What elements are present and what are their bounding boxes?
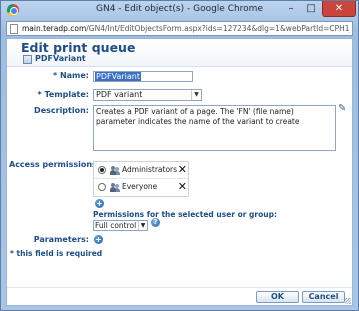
url-path: /GN4/Int/EditObjectsForm.aspx?ids=127234… <box>86 24 350 33</box>
user-group-icon <box>110 183 120 192</box>
title-bar[interactable]: GN4 - Edit object(s) - Google Chrome – □… <box>1 1 358 20</box>
description-label: Description: <box>34 106 89 115</box>
required-marker: * <box>52 71 58 80</box>
resize-grip-icon[interactable] <box>345 298 351 304</box>
url-host: main.teradp.com <box>22 24 87 33</box>
remove-administrators-button[interactable]: ✕ <box>178 163 187 176</box>
template-select[interactable]: PDF variant ▼ <box>93 89 202 101</box>
permissions-list: Administrators ✕ Everyone ✕ <box>93 161 189 197</box>
url-text[interactable]: main.teradp.com/GN4/Int/EditObjectsForm.… <box>22 24 350 33</box>
remove-everyone-button[interactable]: ✕ <box>178 180 187 193</box>
permission-name: Administrators <box>122 165 178 174</box>
name-field[interactable]: PDFVariant <box>93 71 193 82</box>
help-icon[interactable]: ? <box>151 218 160 227</box>
description-field[interactable]: Creates a PDF variant of a page. The 'FN… <box>93 105 336 151</box>
object-name-subtitle: PDFVariant <box>35 54 86 63</box>
permissions-for-label: Permissions for the selected user or gro… <box>93 210 277 219</box>
print-queue-icon <box>23 55 32 64</box>
chevron-down-icon: ▼ <box>191 90 201 100</box>
page-icon <box>10 24 18 34</box>
add-permission-icon[interactable]: + <box>95 199 104 208</box>
name-value: PDFVariant <box>95 72 141 81</box>
page-title: Edit print queue <box>21 40 136 55</box>
name-label-text: Name: <box>59 71 89 80</box>
close-window-button[interactable]: ✕ <box>322 1 356 17</box>
template-label-text: Template: <box>44 90 89 99</box>
cancel-button[interactable]: Cancel <box>302 291 345 303</box>
ok-button[interactable]: OK <box>256 291 299 303</box>
chevron-down-icon: ▼ <box>138 221 147 230</box>
minimize-button[interactable]: – <box>281 1 301 17</box>
required-marker: * <box>37 90 42 99</box>
everyone-radio[interactable] <box>98 183 106 191</box>
dialog-footer: OK Cancel <box>7 287 352 305</box>
template-value: PDF variant <box>96 90 143 99</box>
user-group-icon <box>110 166 120 175</box>
template-label: * Template: <box>37 90 89 99</box>
edit-text-icon[interactable]: ✎ <box>338 103 346 114</box>
permission-name: Everyone <box>122 182 158 191</box>
permission-row-administrators[interactable]: Administrators ✕ <box>94 162 188 179</box>
permission-row-everyone[interactable]: Everyone ✕ <box>94 179 188 196</box>
add-parameter-icon[interactable]: + <box>94 235 103 244</box>
name-label: * Name: <box>51 71 89 80</box>
access-permissions-label: Access permissions: <box>9 160 101 169</box>
required-field-note: * this field is required <box>10 249 103 258</box>
browser-window: GN4 - Edit object(s) - Google Chrome – □… <box>0 0 359 311</box>
permission-level-value: Full control <box>95 221 137 230</box>
dialog-content: Edit print queue PDFVariant * Name: PDFV… <box>6 38 353 306</box>
dialog-header: Edit print queue PDFVariant <box>7 39 352 67</box>
maximize-button[interactable]: □ <box>301 1 321 17</box>
administrators-radio[interactable] <box>98 166 106 174</box>
parameters-label: Parameters: <box>33 235 89 244</box>
address-bar[interactable]: main.teradp.com/GN4/Int/EditObjectsForm.… <box>6 21 353 36</box>
permission-level-select[interactable]: Full control ▼ <box>93 220 148 231</box>
